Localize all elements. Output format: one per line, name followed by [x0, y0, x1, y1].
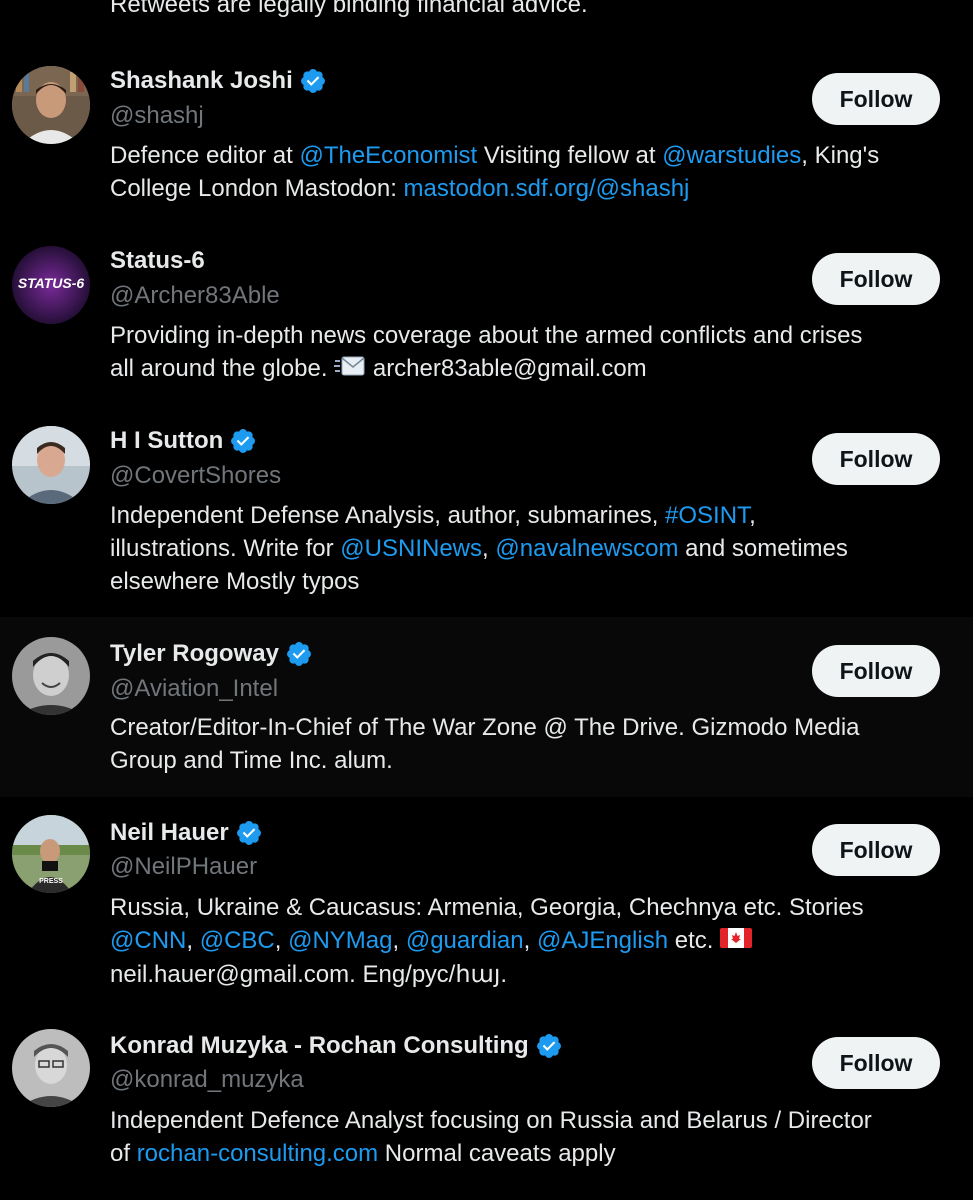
account-bio: Providing in-depth news coverage about t… — [110, 319, 950, 386]
follow-button[interactable]: Follow — [812, 645, 940, 697]
account-handle[interactable]: @Archer83Able — [110, 282, 280, 310]
follow-button[interactable]: Follow — [812, 824, 940, 876]
verified-badge-icon — [536, 1034, 561, 1058]
account-name[interactable]: Shashank Joshi — [110, 67, 293, 95]
avatar[interactable]: PRESS — [12, 815, 90, 893]
avatar[interactable] — [12, 637, 90, 715]
account-name[interactable]: H I Sutton — [110, 427, 223, 455]
mention-link[interactable]: @AJEnglish — [537, 927, 668, 954]
account-row-shashj[interactable]: Shashank Joshi @shashj Defence editor at… — [0, 50, 973, 230]
canada-flag-icon — [720, 925, 753, 958]
account-name[interactable]: Status-6 — [110, 247, 205, 275]
account-bio: Creator/Editor-In-Chief of The War Zone … — [110, 714, 860, 774]
avatar[interactable]: STATUS-6 — [12, 246, 90, 324]
previous-account-bio: Retweets are legally binding financial a… — [110, 0, 588, 18]
avatar[interactable] — [12, 426, 90, 504]
account-row-aviation-intel[interactable]: Tyler Rogoway @Aviation_Intel Creator/Ed… — [0, 617, 973, 797]
follow-button[interactable]: Follow — [812, 433, 940, 485]
mention-link[interactable]: @navalnewscom — [495, 535, 678, 562]
follow-button[interactable]: Follow — [812, 1037, 940, 1089]
hashtag-link[interactable]: #OSINT — [665, 502, 749, 529]
account-row-neilphauer[interactable]: PRESS Neil Hauer @NeilPHauer Russia, Ukr… — [0, 797, 973, 1010]
account-handle[interactable]: @CovertShores — [110, 462, 281, 490]
account-row-archer83able[interactable]: STATUS-6 Status-6 @Archer83Able Providin… — [0, 230, 973, 410]
verified-badge-icon — [231, 429, 256, 453]
follow-button[interactable]: Follow — [812, 253, 940, 305]
account-bio: Defence editor at @TheEconomist Visiting… — [110, 142, 880, 202]
account-name[interactable]: Neil Hauer — [110, 819, 229, 847]
avatar-logo-text: STATUS-6 — [17, 275, 85, 291]
mention-link[interactable]: @CBC — [200, 927, 275, 954]
mention-link[interactable]: @NYMag — [288, 927, 392, 954]
avatar[interactable] — [12, 1029, 90, 1107]
verified-badge-icon — [236, 821, 261, 845]
follow-button[interactable]: Follow — [812, 73, 940, 125]
account-name[interactable]: Tyler Rogoway — [110, 640, 279, 668]
account-name[interactable]: Konrad Muzyka - Rochan Consulting — [110, 1032, 529, 1060]
account-handle[interactable]: @NeilPHauer — [110, 853, 257, 881]
url-link[interactable]: mastodon.sdf.org/@shashj — [404, 175, 690, 202]
account-bio: Independent Defence Analyst focusing on … — [110, 1107, 872, 1167]
account-row-covertshores[interactable]: H I Sutton @CovertShores Independent Def… — [0, 410, 973, 617]
account-bio: Independent Defense Analysis, author, su… — [110, 502, 848, 595]
mention-link[interactable]: @guardian — [406, 927, 524, 954]
account-handle[interactable]: @shashj — [110, 102, 204, 130]
account-handle[interactable]: @Aviation_Intel — [110, 675, 278, 703]
account-handle[interactable]: @konrad_muzyka — [110, 1066, 304, 1094]
account-row-konrad-muzyka[interactable]: Konrad Muzyka - Rochan Consulting @konra… — [0, 1010, 973, 1200]
mention-link[interactable]: @TheEconomist — [299, 142, 477, 169]
verified-badge-icon — [300, 69, 325, 93]
account-bio: Russia, Ukraine & Caucasus: Armenia, Geo… — [110, 894, 864, 989]
press-label: PRESS — [39, 878, 63, 885]
verified-badge-icon — [286, 642, 311, 666]
url-link[interactable]: rochan-consulting.com — [137, 1140, 378, 1167]
avatar[interactable] — [12, 66, 90, 144]
mention-link[interactable]: @warstudies — [662, 142, 801, 169]
envelope-icon — [334, 353, 366, 386]
mention-link[interactable]: @CNN — [110, 927, 186, 954]
mention-link[interactable]: @USNINews — [340, 535, 482, 562]
